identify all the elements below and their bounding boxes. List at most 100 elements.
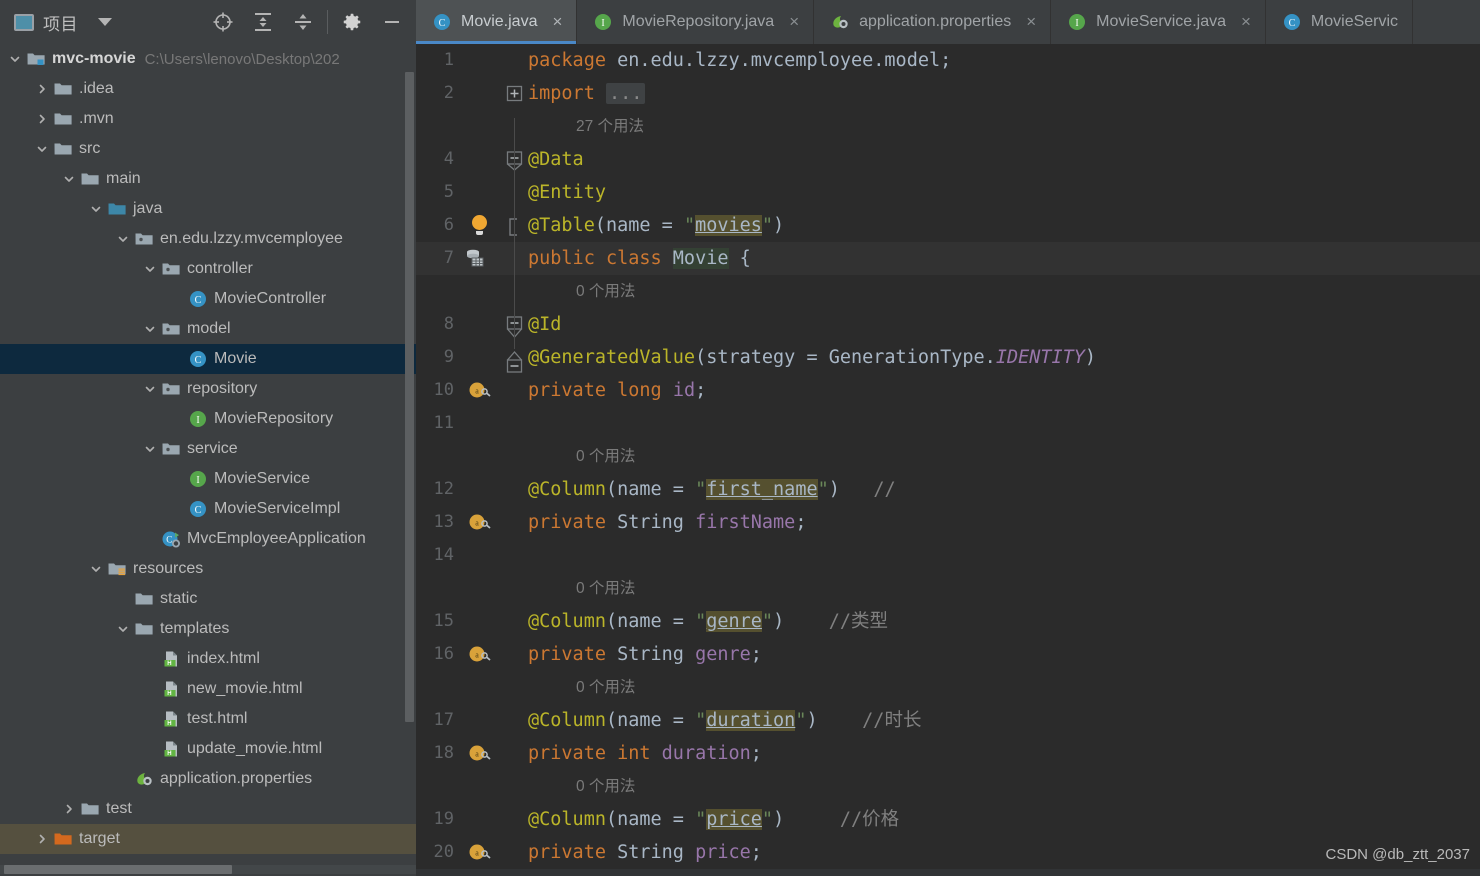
tree-item-src[interactable]: src — [0, 134, 416, 164]
tree-item-test-html[interactable]: Htest.html — [0, 704, 416, 734]
tree-item-model[interactable]: model — [0, 314, 416, 344]
chevron-down-icon[interactable] — [143, 442, 157, 456]
editor-tab-2[interactable]: I MovieRepository.java × — [577, 0, 815, 44]
code-text[interactable]: @GeneratedValue(strategy = GenerationTyp… — [528, 341, 1096, 374]
tree-item-update-movie-html[interactable]: Hupdate_movie.html — [0, 734, 416, 764]
chevron-down-icon[interactable] — [8, 52, 22, 66]
code-text[interactable]: @Column(name = "price") //价格 — [528, 803, 899, 836]
tree-item-service[interactable]: service — [0, 434, 416, 464]
chevron-down-icon[interactable] — [143, 262, 157, 276]
chevron-down-icon[interactable] — [35, 142, 49, 156]
intention-bulb-icon[interactable] — [472, 215, 494, 237]
expand-all-icon[interactable] — [243, 2, 283, 42]
code-text[interactable]: @Data — [528, 143, 584, 176]
chevron-right-icon[interactable] — [35, 82, 49, 96]
spring-bean-gutter-icon[interactable]: a — [468, 841, 491, 863]
tree-item-path: C:\Users\lenovo\Desktop\202 — [144, 50, 340, 68]
folder-icon — [135, 593, 153, 605]
chevron-right-icon[interactable] — [35, 112, 49, 126]
code-text[interactable]: @Column(name = "duration") //时长 — [528, 704, 921, 737]
code-text[interactable]: import ... — [528, 77, 646, 110]
usages-inlay-hint[interactable]: 0 个用法 — [576, 770, 635, 803]
spring-bean-gutter-icon[interactable]: a — [468, 511, 491, 533]
chevron-right-icon[interactable] — [62, 802, 76, 816]
chevron-down-icon[interactable] — [116, 232, 130, 246]
code-text[interactable]: private String genre; — [528, 638, 762, 671]
chevron-down-icon[interactable] — [89, 202, 103, 216]
spring-bean-gutter-icon[interactable]: a — [468, 742, 491, 764]
tree-item-en-edu-lzzy-mvcemployee[interactable]: en.edu.lzzy.mvcemployee — [0, 224, 416, 254]
code-text[interactable]: public class Movie { — [528, 242, 751, 275]
tree-item-movieserviceimpl[interactable]: C MovieServiceImpl — [0, 494, 416, 524]
usages-inlay-hint[interactable]: 0 个用法 — [576, 671, 635, 704]
tree-item-target[interactable]: target — [0, 824, 416, 854]
tree-item-application-properties[interactable]: application.properties — [0, 764, 416, 794]
usages-inlay-hint[interactable]: 0 个用法 — [576, 572, 635, 605]
code-text[interactable]: @Column(name = "first_name") // — [528, 473, 896, 506]
chevron-down-icon[interactable] — [89, 562, 103, 576]
tree-vertical-scrollbar[interactable] — [405, 72, 414, 722]
spring-bean-gutter-icon[interactable]: a — [468, 379, 491, 401]
code-text[interactable]: @Column(name = "genre") //类型 — [528, 605, 888, 638]
fold-expand-icon[interactable] — [506, 85, 523, 102]
chevron-down-icon[interactable] — [62, 172, 76, 186]
chevron-down-icon[interactable] — [116, 622, 130, 636]
tree-item-resources[interactable]: resources — [0, 554, 416, 584]
code-text[interactable]: @Entity — [528, 176, 606, 209]
tree-item-test[interactable]: test — [0, 794, 416, 824]
project-tree-panel[interactable]: mvc-movie C:\Users\lenovo\Desktop\202 .ide… — [0, 44, 416, 876]
chevron-down-icon[interactable] — [98, 18, 112, 26]
database-table-gutter-icon[interactable] — [464, 247, 486, 269]
editor-inlay-hint-row: 0 个用法 — [416, 440, 1480, 473]
usages-inlay-hint[interactable]: 0 个用法 — [576, 440, 635, 473]
close-icon[interactable]: × — [789, 12, 799, 32]
editor-tab-4[interactable]: I MovieService.java × — [1051, 0, 1266, 44]
tree-item--idea[interactable]: .idea — [0, 74, 416, 104]
code-text[interactable]: private String price; — [528, 836, 762, 869]
usages-inlay-hint[interactable]: 0 个用法 — [576, 275, 635, 308]
chevron-down-icon[interactable] — [143, 382, 157, 396]
editor-tab-1[interactable]: C Movie.java × — [416, 0, 578, 44]
svg-text:I: I — [1075, 18, 1078, 29]
editor-lines: 1 package en.edu.lzzy.mvcemployee.model; 2… — [416, 44, 1480, 869]
tree-item-moviecontroller[interactable]: C MovieController — [0, 284, 416, 314]
tree-item-movieservice[interactable]: I MovieService — [0, 464, 416, 494]
spring-boot-run-icon: C — [162, 531, 180, 548]
code-text[interactable]: private long id; — [528, 374, 706, 407]
close-icon[interactable]: × — [552, 12, 562, 32]
tree-item-repository[interactable]: repository — [0, 374, 416, 404]
code-editor[interactable]: 1 package en.edu.lzzy.mvcemployee.model; 2… — [416, 44, 1480, 876]
tree-item-new-movie-html[interactable]: Hnew_movie.html — [0, 674, 416, 704]
settings-gear-icon[interactable] — [332, 2, 372, 42]
locate-icon[interactable] — [203, 2, 243, 42]
tree-item-main[interactable]: main — [0, 164, 416, 194]
tree-item-movierepository[interactable]: I MovieRepository — [0, 404, 416, 434]
close-icon[interactable]: × — [1026, 12, 1036, 32]
code-text[interactable]: private int duration; — [528, 737, 762, 770]
fold-region-end-icon[interactable] — [506, 349, 523, 373]
code-text[interactable]: @Id — [528, 308, 561, 341]
close-icon[interactable]: × — [1241, 12, 1251, 32]
minimize-icon[interactable] — [372, 2, 412, 42]
chevron-down-icon[interactable] — [143, 322, 157, 336]
usages-inlay-hint[interactable]: 27 个用法 — [576, 110, 644, 143]
code-text[interactable]: @Table(name = "movies") — [528, 209, 784, 242]
code-text[interactable]: private String firstName; — [528, 506, 806, 539]
tree-item-java[interactable]: java — [0, 194, 416, 224]
editor-tab-3[interactable]: application.properties × — [814, 0, 1052, 44]
chevron-right-icon[interactable] — [35, 832, 49, 846]
tree-item-static[interactable]: static — [0, 584, 416, 614]
spring-bean-gutter-icon[interactable]: a — [468, 643, 491, 665]
tree-item-index-html[interactable]: Hindex.html — [0, 644, 416, 674]
tree-horizontal-scrollbar[interactable] — [4, 865, 232, 874]
collapse-all-icon[interactable] — [283, 2, 323, 42]
code-text[interactable]: package en.edu.lzzy.mvcemployee.model; — [528, 44, 951, 77]
tree-item-movie[interactable]: C Movie — [0, 344, 416, 374]
editor-line-18: 18 a private int duration; — [416, 737, 1480, 770]
tree-item-mvc-movie[interactable]: mvc-movie C:\Users\lenovo\Desktop\202 — [0, 44, 416, 74]
tree-item-templates[interactable]: templates — [0, 614, 416, 644]
tree-item-controller[interactable]: controller — [0, 254, 416, 284]
tree-item-mvcemployeeapplication[interactable]: C MvcEmployeeApplication — [0, 524, 416, 554]
tree-item--mvn[interactable]: .mvn — [0, 104, 416, 134]
editor-tab-5[interactable]: C MovieServic — [1266, 0, 1414, 44]
